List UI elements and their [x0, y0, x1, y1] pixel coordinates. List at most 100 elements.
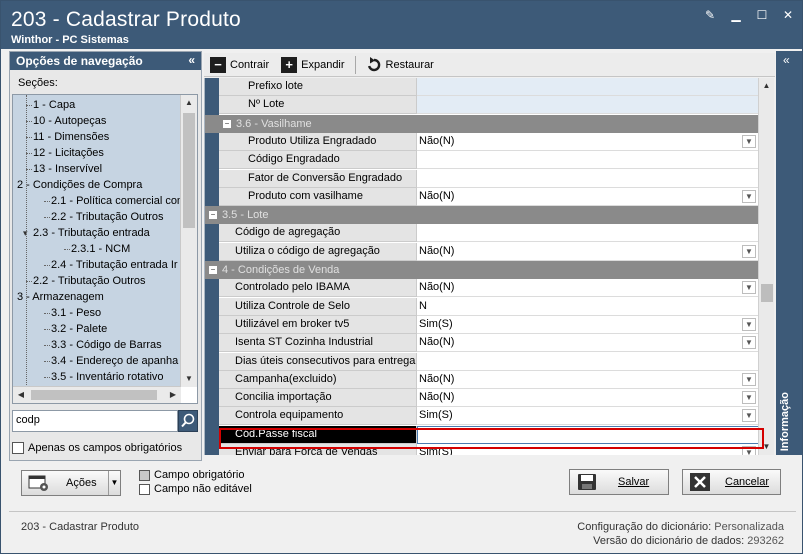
grid-row-value-text: Não(N) [419, 281, 455, 294]
grid-row-value[interactable] [417, 151, 759, 170]
search-input[interactable]: codp [12, 410, 178, 432]
tree-vertical-scrollbar[interactable]: ▲ ▼ [180, 95, 197, 387]
tree-item[interactable]: 2.3.1 - NCM [61, 241, 130, 257]
chevron-down-icon[interactable]: ▼ [742, 409, 756, 423]
scroll-thumb-horizontal[interactable] [31, 390, 157, 400]
collapse-group-icon[interactable]: − [223, 119, 231, 128]
grid-row[interactable]: Fator de Conversão Engradado [205, 169, 759, 188]
close-icon[interactable]: ✕ [782, 9, 794, 21]
grid-row-value[interactable]: Não(N) ▼ [417, 370, 759, 389]
tree-item-label: 3.1 - Peso [51, 307, 102, 319]
scroll-right-icon[interactable]: ▶ [165, 387, 181, 403]
grid-row-value[interactable]: Não(N) ▼ [417, 242, 759, 261]
tree-horizontal-scrollbar[interactable]: ◀ ▶ [13, 386, 181, 403]
grid-row-value[interactable]: Não(N) ▼ [417, 334, 759, 353]
grid-row[interactable]: Produto com vasilhame Não(N) ▼ [205, 187, 759, 206]
tree-item-label: 2.4 - Tributação entrada Ir [51, 259, 178, 271]
grid-row[interactable]: Isenta ST Cozinha Industrial Não(N) ▼ [205, 334, 759, 353]
chevron-down-icon[interactable]: ▼ [742, 134, 756, 148]
version-value: 293262 [747, 535, 784, 547]
actions-button[interactable]: Ações ▼ [21, 470, 121, 496]
collapse-group-icon[interactable]: − [209, 266, 217, 274]
cancel-button[interactable]: Cancelar [682, 469, 781, 495]
expand-button[interactable]: + Expandir [275, 54, 350, 76]
grid-group-header[interactable]: −3.5 - Lote [205, 206, 759, 225]
grid-row[interactable]: Concilia importação Não(N) ▼ [205, 389, 759, 408]
actions-dropdown-icon[interactable]: ▼ [108, 471, 120, 495]
grid-row-value[interactable]: Não(N) ▼ [417, 187, 759, 206]
grid-row-value[interactable]: Não(N) ▼ [417, 279, 759, 298]
double-chevron-left-icon[interactable]: « [783, 53, 790, 67]
chevron-down-icon[interactable]: ▼ [742, 336, 756, 350]
restore-button[interactable]: Restaurar [360, 54, 440, 76]
scroll-left-icon[interactable]: ◀ [13, 387, 29, 403]
minimize-icon[interactable]: ▁ [730, 9, 742, 21]
grid-row[interactable]: Código Engradado [205, 151, 759, 170]
tree-item[interactable]: ▾2 - Condições de Compra [13, 177, 142, 193]
grid-row-value[interactable]: Não(N) ▼ [417, 132, 759, 151]
grid-row-value[interactable] [417, 224, 759, 243]
tree-item[interactable]: 3.4 - Endereço de apanha [41, 353, 178, 369]
grid-row-value[interactable]: N [417, 297, 759, 316]
grid-row[interactable]: Controla equipamento Sim(S) ▼ [205, 407, 759, 426]
tree-item[interactable]: 11 - Dimensões [23, 129, 109, 145]
chevron-down-icon[interactable]: ▼ [742, 281, 756, 295]
grid-row-value[interactable]: Sim(S) ▼ [417, 315, 759, 334]
tree-item[interactable]: 10 - Autopeças [23, 113, 106, 129]
save-button[interactable]: Salvar [569, 469, 669, 495]
grid-group-header[interactable]: −3.6 - Vasilhame [205, 114, 759, 133]
edit-icon[interactable]: ✎ [704, 9, 716, 21]
grid-row[interactable]: Campanha(excluido) Não(N) ▼ [205, 370, 759, 389]
highlighted-field-frame [219, 428, 764, 449]
grid-group-header[interactable]: −4 - Condições de Venda [205, 261, 759, 279]
info-pane[interactable]: « Informação [776, 51, 802, 455]
tree-item[interactable]: 2.1 - Política comercial com [41, 193, 186, 209]
grid-vertical-scrollbar[interactable]: ▲ ▼ [758, 78, 774, 455]
tree-item[interactable]: 2.2 - Tributação Outros [41, 209, 164, 225]
grid-row[interactable]: Utiliza o código de agregação Não(N) ▼ [205, 242, 759, 261]
chevron-down-icon[interactable]: ▼ [742, 372, 756, 386]
scroll-down-icon[interactable]: ▼ [181, 371, 197, 387]
tree-item[interactable]: 3.3 - Código de Barras [41, 337, 162, 353]
chevron-down-icon[interactable]: ▼ [742, 244, 756, 258]
grid-row[interactable]: Prefixo lote [205, 78, 759, 96]
scroll-thumb[interactable] [183, 113, 195, 228]
chevron-down-icon[interactable]: ▼ [742, 317, 756, 331]
tree-item[interactable]: 2.2 - Tributação Outros [23, 273, 146, 289]
grid-row[interactable]: Dias úteis consecutivos para entrega [205, 352, 759, 371]
tree-item-label: 2.2 - Tributação Outros [33, 275, 146, 287]
tree-item[interactable]: ▾ 2.3 - Tributação entrada [23, 225, 150, 241]
maximize-icon[interactable]: ☐ [756, 9, 768, 21]
scroll-up-icon[interactable]: ▲ [181, 95, 197, 111]
chevron-down-icon[interactable]: ▼ [742, 189, 756, 203]
tree-item[interactable]: 12 - Licitações [23, 145, 104, 161]
search-button[interactable] [178, 410, 198, 432]
collapse-button[interactable]: − Contrair [204, 54, 275, 76]
grid-row[interactable]: Utiliza Controle de Selo N [205, 297, 759, 316]
grid-row-value[interactable] [417, 78, 759, 96]
grid-row[interactable]: Produto Utiliza Engradado Não(N) ▼ [205, 132, 759, 151]
grid-row[interactable]: Código de agregação [205, 224, 759, 243]
tree-item[interactable]: 13 - Inservível [23, 161, 102, 177]
double-chevron-left-icon[interactable]: « [188, 53, 195, 67]
grid-scroll-thumb[interactable] [761, 284, 773, 302]
grid-row-value[interactable]: Sim(S) ▼ [417, 407, 759, 426]
grid-scroll-up-icon[interactable]: ▲ [759, 78, 774, 94]
tree-item[interactable]: 3.1 - Peso [41, 305, 101, 321]
only-required-checkbox[interactable] [12, 442, 24, 454]
tree-item[interactable]: 3.2 - Palete [41, 321, 107, 337]
only-required-checkbox-row[interactable]: Apenas os campos obrigatórios [12, 442, 182, 454]
chevron-down-icon[interactable]: ▾ [23, 225, 33, 241]
grid-row-value[interactable]: Não(N) ▼ [417, 389, 759, 408]
grid-row-value[interactable] [417, 169, 759, 188]
grid-row[interactable]: Utilizável em broker tv5 Sim(S) ▼ [205, 315, 759, 334]
grid-row-value[interactable] [417, 352, 759, 371]
grid-row[interactable]: Nº Lote [205, 96, 759, 115]
tree-item[interactable]: 3.5 - Inventário rotativo [41, 369, 164, 385]
sections-tree[interactable]: 1 - Capa 10 - Autopeças 11 - Dimensões 12 -… [12, 94, 198, 404]
tree-item[interactable]: 2.4 - Tributação entrada Ir [41, 257, 178, 273]
grid-row-value[interactable] [417, 96, 759, 115]
grid-row[interactable]: Controlado pelo IBAMA Não(N) ▼ [205, 279, 759, 298]
collapse-group-icon[interactable]: − [209, 211, 217, 220]
chevron-down-icon[interactable]: ▼ [742, 391, 756, 405]
